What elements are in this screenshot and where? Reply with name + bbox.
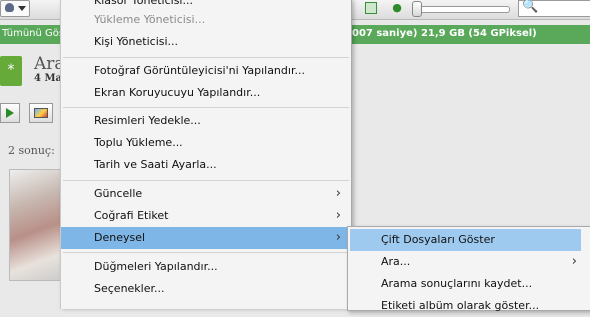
menu-separator [63, 107, 349, 108]
menu-item-geotag[interactable]: Coğrafi Etiket › [61, 205, 351, 227]
menu-item-label: Toplu Yükleme... [94, 136, 183, 149]
dropdown-arrow-icon [18, 6, 26, 11]
menu-item-label: Arama sonuçlarını kaydet... [381, 277, 533, 290]
menu-item-label: Kişi Yöneticisi... [94, 35, 179, 48]
menu-item-label: Güncelle [94, 187, 143, 200]
menu-item-label: Çift Dosyaları Göster [381, 233, 495, 246]
menu-item-batch-upload[interactable]: Toplu Yükleme... [61, 132, 351, 154]
menu-item-label: Tarih ve Saati Ayarla... [94, 158, 217, 171]
search-input[interactable]: 🔍 [518, 0, 590, 17]
album-date: 4 Ma [34, 73, 62, 84]
menu-separator [63, 180, 349, 181]
storage-info-text: 007 saniye) 21,9 GB (54 GPiksel) [352, 28, 537, 39]
menu-item-configure-photo-viewer[interactable]: Fotoğraf Görüntüleyicisi'ni Yapılandır..… [61, 60, 351, 82]
chevron-right-icon: › [571, 254, 577, 269]
menu-item-label: Deneysel [94, 231, 146, 244]
menu-item-label: Seçenekler... [94, 282, 165, 295]
menu-item-label: Resimleri Yedekle... [94, 114, 201, 127]
chevron-right-icon: › [335, 230, 341, 245]
menu-item-label: Ara... [381, 255, 411, 268]
menu-item-label: Ekran Koruyucuyu Yapılandır... [94, 86, 261, 99]
menu-item-label: Etiketi albüm olarak göster... [381, 299, 540, 312]
zoom-slider[interactable] [414, 6, 510, 13]
map-pin-icon[interactable]: ● [392, 1, 402, 15]
menu-item-options[interactable]: Seçenekler... [61, 278, 351, 300]
submenu-item-show-duplicates[interactable]: Çift Dosyaları Göster [350, 229, 581, 251]
submenu-item-search[interactable]: Ara... › [348, 251, 590, 273]
menu-item-label: Düğmeleri Yapılandır... [94, 260, 218, 273]
menu-item-people-manager[interactable]: Kişi Yöneticisi... [61, 31, 351, 53]
account-menu-button[interactable] [0, 0, 30, 17]
image-icon [34, 108, 48, 118]
menu-item-update[interactable]: Güncelle › [61, 183, 351, 205]
menu-item-label: Yükleme Yöneticisi... [94, 13, 206, 26]
menu-separator [63, 57, 349, 58]
submenu-item-save-search-results[interactable]: Arama sonuçlarını kaydet... [348, 273, 590, 295]
album-icon: * [0, 56, 22, 86]
menu-separator [63, 252, 349, 253]
menu-item-configure-buttons[interactable]: Düğmeleri Yapılandır... [61, 256, 351, 278]
play-button[interactable] [0, 103, 20, 123]
menu-item-experimental[interactable]: Deneysel › [61, 227, 351, 249]
photo-thumbnail[interactable] [9, 169, 61, 281]
chevron-right-icon: › [335, 186, 341, 201]
zoom-slider-knob[interactable] [412, 1, 422, 17]
slideshow-button[interactable] [29, 103, 53, 123]
menu-item-set-date-time[interactable]: Tarih ve Saati Ayarla... [61, 154, 351, 176]
search-icon: 🔍 [522, 0, 539, 14]
submenu-item-show-tag-as-album[interactable]: Etiketi albüm olarak göster... [348, 295, 590, 317]
user-icon [5, 3, 14, 12]
show-all-button[interactable]: Tümünü Göst [0, 27, 62, 41]
results-count: 2 sonuç: [8, 144, 55, 157]
calendar-view-icon[interactable] [365, 2, 377, 14]
menu-item-configure-screensaver[interactable]: Ekran Koruyucuyu Yapılandır... [61, 82, 351, 104]
menu-item-label: Fotoğraf Görüntüleyicisi'ni Yapılandır..… [94, 64, 305, 77]
chevron-right-icon: › [335, 208, 341, 223]
tools-menu: Klasör Yöneticisi... Yükleme Yöneticisi.… [60, 0, 352, 309]
menu-item-label: Coğrafi Etiket [94, 209, 169, 222]
experimental-submenu: Çift Dosyaları Göster Ara... › Arama sonu… [347, 226, 590, 312]
menu-item-upload-manager: Yükleme Yöneticisi... [61, 9, 351, 31]
menu-item-backup-pictures[interactable]: Resimleri Yedekle... [61, 110, 351, 132]
play-icon [6, 108, 14, 118]
